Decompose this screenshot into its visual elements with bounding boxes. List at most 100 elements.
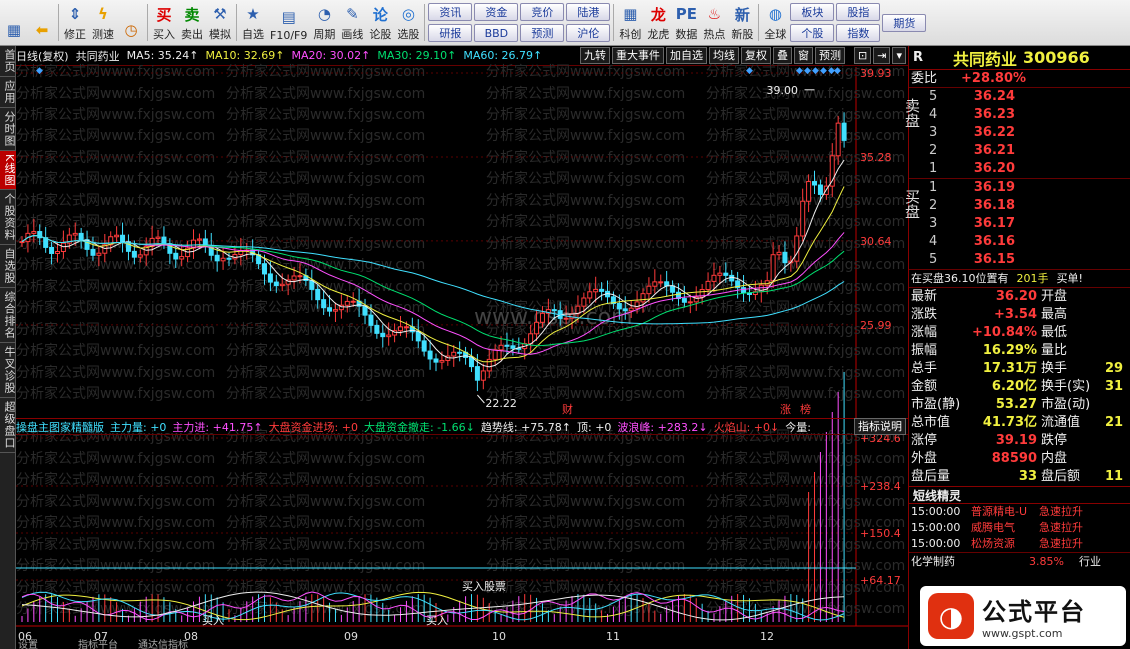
left-tab-7[interactable]: 牛叉诊股 <box>0 343 16 399</box>
short-elf-title[interactable]: 短线精灵 <box>909 486 1130 504</box>
indicator-value: 顶: +0 <box>577 420 612 434</box>
tool-button-5[interactable]: 买买入 <box>150 0 178 45</box>
tool-button-12[interactable]: 论论股 <box>366 0 394 45</box>
short-elf-item[interactable]: 15:00:00 威腾电气 急速拉升 <box>909 520 1130 536</box>
event-diamond-icon[interactable]: ◆ <box>812 66 819 76</box>
tool-button-0[interactable]: ▦ <box>0 0 28 45</box>
chart-canvas: 分析家公式网www.fxjgsw.com 分析家公式网www.fxjgsw.com… <box>16 63 908 649</box>
bottom-tab-2[interactable]: 通达信指标 <box>138 638 188 649</box>
order-price: 36.21 <box>973 143 1015 158</box>
order-price: 36.18 <box>973 198 1015 213</box>
right-button-1[interactable]: 龙龙虎 <box>644 0 672 45</box>
tool-button-1[interactable]: ⬅ <box>28 0 56 45</box>
short-elf-time: 15:00:00 <box>911 505 961 518</box>
kline-chart-area[interactable]: 日线(复权) 共同药业 MA5: 35.24↑ MA10: 32.69↑ MA2… <box>16 46 908 649</box>
tool-button-7[interactable]: ⚒ 模拟 <box>206 0 234 45</box>
order-book-row[interactable]: 2 36.18 <box>909 197 1130 215</box>
event-diamond-icon[interactable]: ◆ <box>36 66 43 76</box>
indicator-explain-button[interactable]: 指标说明 <box>854 418 906 435</box>
order-book-row[interactable]: 4 36.16 <box>909 233 1130 251</box>
candle-body <box>628 307 634 312</box>
candle-body <box>841 122 847 141</box>
grid-button[interactable]: 沪伦 <box>566 23 611 42</box>
tool-button-8[interactable]: ★ 自选 <box>239 0 267 45</box>
left-tab-1[interactable]: 应用 <box>0 77 16 108</box>
short-elf-item[interactable]: 15:00:00 松炀资源 急速拉升 <box>909 536 1130 552</box>
left-tab-8[interactable]: 超级盘口 <box>0 398 16 454</box>
candle-body <box>664 281 670 287</box>
tool-button-13[interactable]: ◎ 选股 <box>394 0 422 45</box>
grid-button[interactable]: 竞价 <box>520 3 565 22</box>
watermark-text: 分析家公式网www.fxjgsw.com <box>226 127 425 144</box>
stat-right-label: 开盘 <box>1041 289 1068 304</box>
order-book-row[interactable]: 5 36.15 <box>909 251 1130 269</box>
grid-button[interactable]: 资讯 <box>428 3 473 22</box>
logo-url: www.gspt.com <box>982 627 1063 640</box>
grid-button[interactable]: 股指 <box>836 3 881 22</box>
tool-button-11[interactable]: ✎ 画线 <box>338 0 366 45</box>
right-button-3[interactable]: ♨ 热点 <box>700 0 728 45</box>
indicator-name[interactable]: 操盘主图家精髓版 <box>16 419 104 435</box>
grid-button[interactable]: 个股 <box>790 23 835 42</box>
tool-button-3[interactable]: ϟ 测速 <box>89 0 117 45</box>
candle-body <box>439 359 445 363</box>
order-book-row[interactable]: 5 36.24 <box>909 88 1130 106</box>
watermark-text: 分析家公式网www.fxjgsw.com <box>16 450 215 467</box>
watermark-text: 分析家公式网www.fxjgsw.com <box>706 450 905 467</box>
event-diamond-icon[interactable]: ◆ <box>820 66 827 76</box>
bottom-tab-0[interactable]: 设置 <box>18 639 38 649</box>
stat-right-label: 内盘 <box>1041 451 1068 466</box>
candle-body <box>321 299 327 309</box>
order-book-row[interactable]: 1 36.20 <box>909 160 1130 178</box>
event-diamond-icon[interactable]: ◆ <box>804 66 811 76</box>
order-book-row[interactable]: 4 36.23 <box>909 106 1130 124</box>
left-tab-4[interactable]: 个股资料 <box>0 190 16 246</box>
right-button-5[interactable]: ◍ 全球 <box>761 0 789 45</box>
grid-button[interactable]: 板块 <box>790 3 835 22</box>
tool-button-2[interactable]: ⇕ 修正 <box>61 0 89 45</box>
order-book-row[interactable]: 1 36.19 <box>909 179 1130 197</box>
grid-button[interactable]: 研报 <box>428 23 473 42</box>
short-elf-item[interactable]: 15:00:00 普源精电-U 急速拉升 <box>909 504 1130 520</box>
right-button-0[interactable]: ▦ 科创 <box>616 0 644 45</box>
candle-body <box>131 250 137 258</box>
grid-button[interactable]: BBD <box>474 23 519 42</box>
order-price: 36.23 <box>973 107 1015 122</box>
short-elf-time: 15:00:00 <box>911 521 961 534</box>
order-book-row[interactable]: 3 36.22 <box>909 124 1130 142</box>
order-book-row[interactable]: 2 36.21 <box>909 142 1130 160</box>
grid-button[interactable]: 期货 <box>882 13 927 32</box>
tool-button-9[interactable]: ▤ F10/F9 <box>267 0 310 45</box>
stat-value: 16.29% <box>982 343 1037 358</box>
left-tab-6[interactable]: 综合排名 <box>0 288 16 344</box>
cai-annotation: 财 <box>562 402 573 416</box>
tool-button-4[interactable]: ◷ <box>117 0 145 45</box>
bottom-tab-1[interactable]: 指标平台 <box>78 638 118 649</box>
watermark-text: 分析家公式网www.fxjgsw.com <box>486 106 685 123</box>
watermark-text: 分析家公式网www.fxjgsw.com <box>16 85 215 102</box>
left-tab-2[interactable]: 分时图 <box>0 108 16 151</box>
logo-icon: ◑ <box>928 593 974 639</box>
grid-button[interactable]: 资金 <box>474 3 519 22</box>
event-diamond-icon[interactable]: ◆ <box>796 66 803 76</box>
tool-button-6[interactable]: 卖卖出 <box>178 0 206 45</box>
watermark-text: 分析家公式网www.fxjgsw.com <box>486 170 685 187</box>
candle-body <box>599 288 605 292</box>
right-button-4[interactable]: 新新股 <box>728 0 756 45</box>
event-diamond-icon[interactable]: ◆ <box>746 66 753 76</box>
order-book-row[interactable]: 3 36.17 <box>909 215 1130 233</box>
left-tab-0[interactable]: 首页 <box>0 46 16 77</box>
watermark-text: 分析家公式网www.fxjgsw.com <box>486 149 685 166</box>
stat-row: 总手 17.31万 换手 29 <box>909 360 1130 378</box>
tool-button-10[interactable]: ◔ 周期 <box>310 0 338 45</box>
stat-right-label: 量比 <box>1041 343 1068 358</box>
grid-button[interactable]: 指数 <box>836 23 881 42</box>
grid-button[interactable]: 预测 <box>520 23 565 42</box>
left-tab-3[interactable]: K线图 <box>0 151 16 191</box>
watermark-text: 分析家公式网www.fxjgsw.com <box>226 493 425 510</box>
event-diamond-icon[interactable]: ◆ <box>834 66 841 76</box>
left-tab-5[interactable]: 自选股 <box>0 245 16 289</box>
grid-button[interactable]: 陆港 <box>566 3 611 22</box>
right-button-2[interactable]: PE 数据 <box>672 0 700 45</box>
stat-value: 6.20亿 <box>991 379 1037 394</box>
